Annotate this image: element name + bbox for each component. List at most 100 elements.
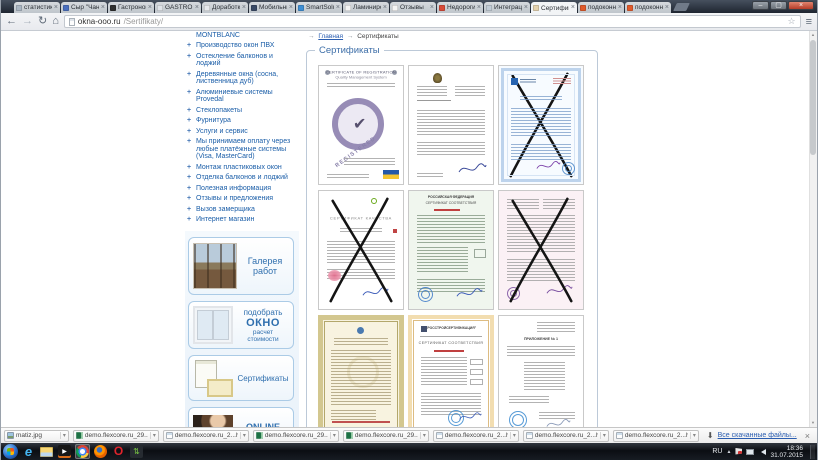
network-icon[interactable] [746,449,754,455]
download-caret-icon[interactable]: ▾ [420,432,426,439]
download-caret-icon[interactable]: ▾ [240,432,246,439]
browser-tab[interactable]: Доработки × [202,2,248,13]
browser-tab[interactable]: Мобильный × [249,2,295,13]
sidebar-link[interactable]: + Производство окон ПВХ [187,42,297,50]
download-item[interactable]: demo.flexcore.ru_29...csv ▾ [253,430,339,442]
sidebar-link[interactable]: + Полезная информация [187,185,297,193]
browser-tab[interactable]: Сертификат × [531,2,577,14]
online-consultant-widget[interactable]: ONLINE [188,407,294,427]
gallery-widget[interactable]: Галерея работ [188,237,294,295]
breadcrumb-home-link[interactable]: Главная [318,33,343,40]
sidebar-link[interactable]: + Мы принимаем оплату через любые платёж… [187,138,297,161]
sidebar-link[interactable]: + Услуги и сервис [187,128,297,136]
certificates-widget[interactable]: Сертификаты [188,355,294,401]
download-item[interactable]: demo.flexcore.ru_29...csv ▾ [73,430,159,442]
download-item[interactable]: demo.flexcore.ru_2...html ▾ [433,430,519,442]
show-all-downloads-link[interactable]: Все скачанные файлы... [718,432,797,439]
sidebar-link[interactable]: + Стеклопакеты [187,107,297,115]
taskbar-firefox[interactable] [93,444,108,459]
sidebar-link[interactable]: + Монтаж пластиковых окон [187,164,297,172]
scrollbar-thumb[interactable] [810,40,816,155]
new-tab-button[interactable] [673,3,690,11]
tab-close-icon[interactable]: × [242,5,246,11]
download-caret-icon[interactable]: ▾ [600,432,606,439]
certificate-thumbnail-conformity-green[interactable]: РОССИЙСКАЯ ФЕДЕРАЦИЯ СЕРТИФИКАТ СООТВЕТС… [408,190,494,310]
sidebar-link[interactable]: + Отзывы и предложения [187,195,297,203]
download-caret-icon[interactable]: ▾ [150,432,156,439]
address-bar[interactable]: okna-ooo.ru/Sertifikaty/ ☆ [64,15,801,28]
start-button[interactable] [3,444,18,459]
sidebar-link[interactable]: + Оконные системы MONTBLANC [187,31,297,39]
home-button[interactable]: ⌂ [52,16,59,27]
browser-tab[interactable]: Сыр "Чанах" × [61,2,107,13]
shelf-close-icon[interactable]: × [805,431,810,441]
sidebar-link[interactable]: + Алюминиевые системы Provedal [187,89,297,104]
browser-tab[interactable]: Ламиниров × [343,2,389,13]
certificate-thumbnail-appendix[interactable]: ПРИЛОЖЕНИЕ № 1 [498,315,584,427]
tab-close-icon[interactable]: × [148,5,152,11]
tab-close-icon[interactable]: × [289,5,293,11]
tab-close-icon[interactable]: × [524,5,528,11]
scroll-down-icon[interactable]: ▼ [809,419,817,427]
browser-tab[interactable]: SmartSoluti × [296,2,342,13]
browser-tab[interactable]: Интеграци × [484,2,530,13]
show-desktop-button[interactable] [810,445,815,459]
tab-close-icon[interactable]: × [383,5,387,11]
browser-tab[interactable]: Недорогие × [437,2,483,13]
back-button[interactable]: ← [6,16,17,27]
certificate-thumbnail-ornate[interactable] [318,315,404,427]
page-scrollbar[interactable]: ▲ ▼ [809,31,817,427]
sidebar-link[interactable]: + Остекление балконов и лоджий [187,53,297,68]
taskbar-torrent[interactable]: ⇅ [129,444,144,459]
download-caret-icon[interactable]: ▾ [690,432,696,439]
close-button[interactable]: × [788,1,814,10]
certificate-thumbnail-rosstroy[interactable]: "РОССТРОЙСЕРТИФИКАЦИЯ" СЕРТИФИКАТ СООТВЕ… [408,315,494,427]
certificate-thumbnail-letter[interactable] [408,65,494,185]
taskbar-opera[interactable]: O [111,444,126,459]
reload-button[interactable]: ↻ [38,16,47,27]
browser-tab[interactable]: Гастрономи × [108,2,154,13]
bookmark-star-icon[interactable]: ☆ [788,16,796,27]
browser-tab[interactable]: подоконни × [625,2,671,13]
action-center-flag-icon[interactable] [735,448,742,455]
window-calculator-widget[interactable]: подобрать ОКНО расчет стоимости [188,301,294,349]
tab-close-icon[interactable]: × [54,5,58,11]
language-indicator[interactable]: RU [712,448,722,455]
tab-close-icon[interactable]: × [430,5,434,11]
hidden-icons-chevron[interactable]: ▲ [727,449,732,455]
taskbar-ie[interactable]: e [21,444,36,459]
taskbar-explorer[interactable] [39,444,54,459]
sidebar-link[interactable]: + Фурнитура [187,117,297,125]
tab-close-icon[interactable]: × [477,5,481,11]
download-item[interactable]: demo.flexcore.ru_2...html ▾ [613,430,699,442]
maximize-button[interactable]: ▢ [770,1,787,10]
download-item[interactable]: matiz.jpg ▾ [4,430,69,442]
forward-button[interactable]: → [22,16,33,27]
sidebar-link[interactable]: + Деревянные окна (сосна, лиственница ду… [187,71,297,86]
sidebar-link[interactable]: + Вызов замерщика [187,206,297,214]
certificate-thumbnail-bsi[interactable]: CERTIFICATE OF REGISTRATION Quality Mana… [318,65,404,185]
download-item[interactable]: demo.flexcore.ru_29...csv ▾ [343,430,429,442]
taskbar-chrome[interactable] [75,444,90,459]
menu-icon[interactable]: ≡ [806,16,812,28]
download-item[interactable]: demo.flexcore.ru_2...html ▾ [163,430,249,442]
download-caret-icon[interactable]: ▾ [510,432,516,439]
browser-tab[interactable]: статистика × [14,2,60,13]
tray-clock[interactable]: 18:36 31.07.2015 [770,445,803,459]
browser-tab[interactable]: GASTRONOM × [155,2,201,13]
sidebar-link[interactable]: + Интернет магазин [187,216,297,224]
tab-close-icon[interactable]: × [665,5,669,11]
minimize-button[interactable]: – [752,1,769,10]
browser-tab[interactable]: подоконни × [578,2,624,13]
scroll-up-icon[interactable]: ▲ [809,31,817,39]
download-caret-icon[interactable]: ▾ [330,432,336,439]
certificate-thumbnail-crossed-pink[interactable] [498,190,584,310]
certificate-thumbnail-crossed-blue[interactable] [498,65,584,185]
certificate-thumbnail-rehau[interactable]: REHAU СЕРТИФИКАТ КАЧЕСТВА [318,190,404,310]
download-item[interactable]: demo.flexcore.ru_2...html ▾ [523,430,609,442]
sidebar-link[interactable]: + Отделка балконов и лоджий [187,174,297,182]
browser-tab[interactable]: Отзывы × [390,2,436,13]
tab-close-icon[interactable]: × [195,5,199,11]
tab-close-icon[interactable]: × [571,5,575,11]
tab-close-icon[interactable]: × [336,5,340,11]
